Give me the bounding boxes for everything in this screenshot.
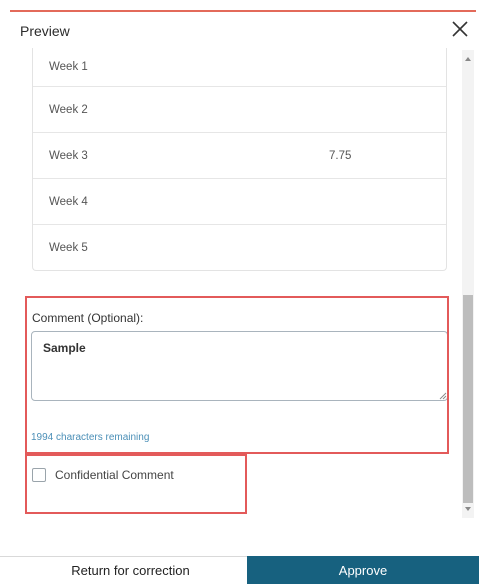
confidential-highlight-box (25, 454, 247, 514)
resize-grip-icon[interactable] (439, 392, 447, 400)
scroll-thumb[interactable] (463, 295, 473, 503)
week-row: Week 2 (33, 86, 446, 132)
dialog-title: Preview (20, 23, 70, 39)
week-label: Week 5 (49, 241, 88, 254)
week-label: Week 3 (49, 149, 88, 162)
week-label: Week 2 (49, 103, 88, 116)
comment-textarea[interactable] (31, 331, 448, 401)
checkbox-box[interactable] (32, 468, 46, 482)
approve-button[interactable]: Approve (247, 556, 479, 584)
confidential-comment-checkbox[interactable]: Confidential Comment (32, 468, 174, 482)
confidential-comment-label: Confidential Comment (55, 468, 174, 482)
week-row: Week 5 (33, 224, 446, 270)
scroll-down-icon[interactable] (465, 507, 471, 511)
dialog-footer: Return for correction Approve (0, 556, 479, 584)
week-row: Week 1 (33, 48, 446, 86)
chars-remaining-hint: 1994 characters remaining (31, 432, 150, 443)
comment-label: Comment (Optional): (32, 311, 144, 325)
dialog-content[interactable]: Week 1 Week 2 Week 3 7.75 Week 4 Week 5 … (0, 48, 460, 518)
weeks-table: Week 1 Week 2 Week 3 7.75 Week 4 Week 5 (32, 48, 447, 271)
scroll-up-icon[interactable] (465, 57, 471, 61)
return-for-correction-button[interactable]: Return for correction (0, 556, 247, 584)
close-button[interactable] (447, 16, 473, 42)
close-icon (452, 21, 468, 37)
vertical-scrollbar[interactable] (462, 50, 474, 518)
week-value: 7.75 (329, 149, 352, 162)
week-row: Week 4 (33, 178, 446, 224)
top-accent-line (10, 10, 476, 12)
week-label: Week 1 (49, 61, 88, 73)
week-row: Week 3 7.75 (33, 132, 446, 178)
week-label: Week 4 (49, 195, 88, 208)
